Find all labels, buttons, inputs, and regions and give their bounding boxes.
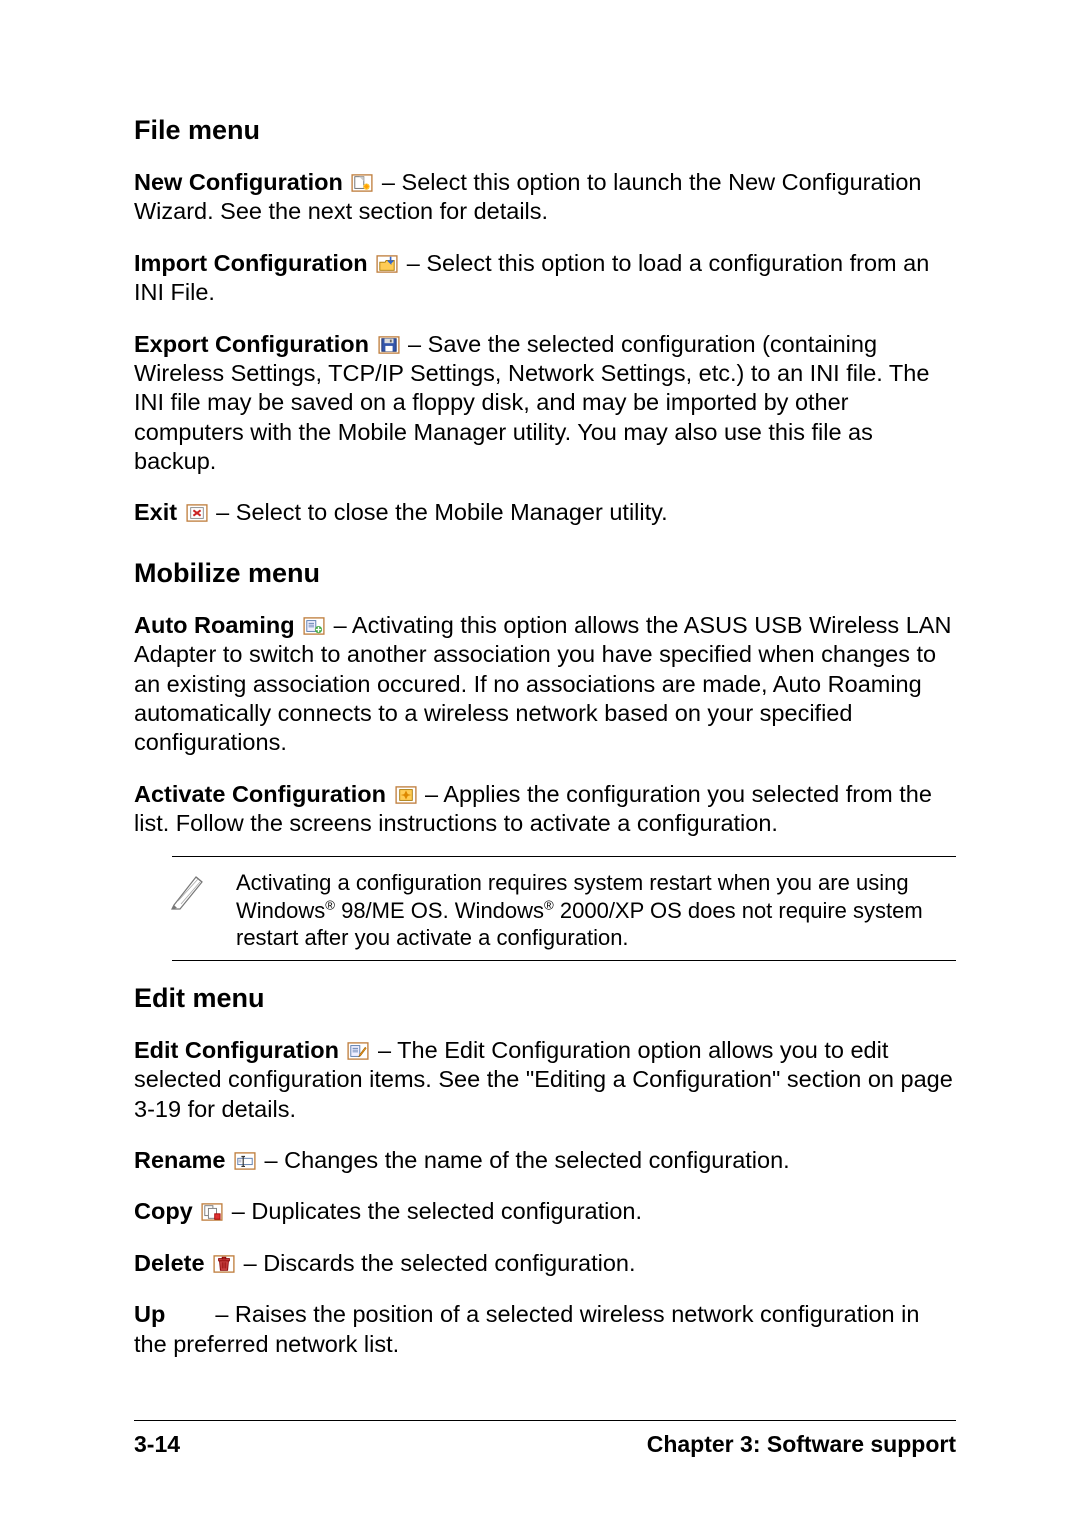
activate-config-paragraph: Activate Configuration – Applies the con… — [134, 780, 956, 839]
exit-label: Exit — [134, 499, 184, 525]
activate-config-label: Activate Configuration — [134, 781, 393, 807]
chapter-label: Chapter 3: Software support — [647, 1431, 956, 1458]
export-config-paragraph: Export Configuration – Save the selected… — [134, 330, 956, 477]
rename-label: Rename — [134, 1147, 232, 1173]
copy-label: Copy — [134, 1198, 199, 1224]
delete-paragraph: Delete – Discards the selected configura… — [134, 1249, 956, 1278]
auto-roaming-label: Auto Roaming — [134, 612, 301, 638]
auto-roaming-icon — [303, 617, 325, 635]
import-config-paragraph: Import Configuration – Select this optio… — [134, 249, 956, 308]
file-menu-heading: File menu — [134, 115, 956, 146]
rename-icon — [234, 1152, 256, 1170]
up-text: – Raises the position of a selected wire… — [134, 1301, 919, 1356]
new-config-label: New Configuration — [134, 169, 349, 195]
new-config-paragraph: New Configuration – Select this option t… — [134, 168, 956, 227]
copy-text: – Duplicates the selected configuration. — [225, 1198, 642, 1224]
up-paragraph: Up– Raises the position of a selected wi… — [134, 1300, 956, 1359]
delete-text: – Discards the selected configuration. — [237, 1250, 635, 1276]
exit-text: – Select to close the Mobile Manager uti… — [210, 499, 668, 525]
delete-icon — [213, 1255, 235, 1273]
export-config-icon — [378, 336, 400, 354]
note-text: Activating a configuration requires syst… — [236, 867, 956, 952]
pencil-icon — [168, 867, 208, 916]
auto-roaming-paragraph: Auto Roaming – Activating this option al… — [134, 611, 956, 758]
copy-paragraph: Copy – Duplicates the selected configura… — [134, 1197, 956, 1226]
note-box: Activating a configuration requires syst… — [172, 856, 956, 961]
up-label: Up — [134, 1301, 165, 1327]
edit-menu-heading: Edit menu — [134, 983, 956, 1014]
activate-config-icon — [395, 786, 417, 804]
rename-text: – Changes the name of the selected confi… — [258, 1147, 790, 1173]
import-config-label: Import Configuration — [134, 250, 374, 276]
exit-icon — [186, 504, 208, 522]
rename-paragraph: Rename – Changes the name of the selecte… — [134, 1146, 956, 1175]
new-config-icon — [351, 174, 373, 192]
copy-icon — [201, 1203, 223, 1221]
mobilize-menu-heading: Mobilize menu — [134, 558, 956, 589]
delete-label: Delete — [134, 1250, 211, 1276]
page-footer: 3-14 Chapter 3: Software support — [134, 1420, 956, 1458]
export-config-label: Export Configuration — [134, 331, 376, 357]
edit-config-icon — [347, 1042, 369, 1060]
page-number: 3-14 — [134, 1431, 180, 1458]
exit-paragraph: Exit – Select to close the Mobile Manage… — [134, 498, 956, 527]
edit-config-label: Edit Configuration — [134, 1037, 345, 1063]
import-config-icon — [376, 255, 398, 273]
page-content: File menu New Configuration – Select thi… — [134, 115, 956, 1359]
edit-config-paragraph: Edit Configuration – The Edit Configurat… — [134, 1036, 956, 1124]
